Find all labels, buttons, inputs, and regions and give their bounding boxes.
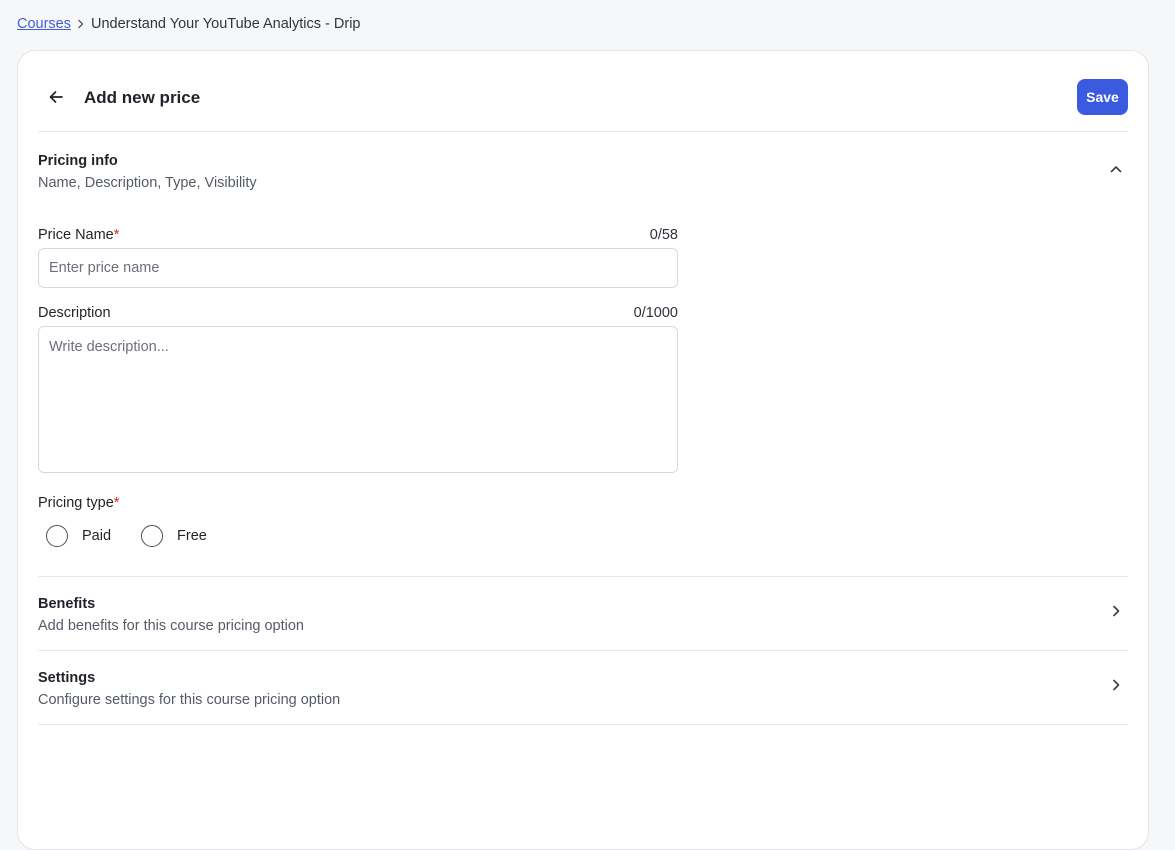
benefits-title: Benefits [38,596,96,612]
breadcrumb-courses-link[interactable]: Courses [17,16,71,32]
pricing-type-label-text: Pricing type [38,495,114,511]
settings-section[interactable]: Settings Configure settings for this cou… [38,651,1128,724]
save-button[interactable]: Save [1077,79,1128,115]
price-name-label: Price Name* [38,227,119,243]
required-asterisk: * [113,495,120,511]
chevron-right-icon[interactable] [1108,603,1124,619]
price-name-counter: 0/58 [649,227,678,243]
breadcrumb: Courses Understand Your YouTube Analytic… [17,14,361,34]
paid-radio[interactable] [46,525,68,547]
benefits-subtitle: Add benefits for this course pricing opt… [38,618,304,634]
pricing-type-label: Pricing type* [38,495,119,511]
price-name-input[interactable] [38,248,678,288]
pricing-type-radio-group: Paid Free [46,525,237,547]
pricing-info-title: Pricing info [38,153,118,169]
pricing-type-free-option[interactable]: Free [141,525,207,547]
settings-title: Settings [38,670,96,686]
settings-subtitle: Configure settings for this course prici… [38,692,341,708]
breadcrumb-current: Understand Your YouTube Analytics - Drip [91,16,361,32]
required-asterisk: * [113,227,120,243]
description-textarea[interactable] [38,326,678,473]
chevron-right-icon [71,19,91,29]
description-label: Description [38,305,111,321]
free-radio-label: Free [177,528,207,544]
back-arrow-icon[interactable] [46,87,66,107]
paid-radio-label: Paid [82,528,112,544]
benefits-section[interactable]: Benefits Add benefits for this course pr… [38,577,1128,650]
pricing-info-section-header[interactable]: Pricing info Name, Description, Type, Vi… [38,153,1128,198]
description-counter: 0/1000 [633,305,678,321]
section-divider [38,724,1128,725]
free-radio[interactable] [141,525,164,547]
price-name-label-text: Price Name [38,227,114,243]
chevron-up-icon[interactable] [1108,161,1124,177]
page-title: Add new price [84,88,201,107]
pricing-info-subtitle: Name, Description, Type, Visibility [38,175,257,191]
card-header: Add new price Save [38,51,1128,132]
pricing-type-paid-option[interactable]: Paid [46,525,111,547]
add-price-card: Add new price Save Pricing info Name, De… [17,50,1149,850]
chevron-right-icon[interactable] [1108,677,1124,693]
